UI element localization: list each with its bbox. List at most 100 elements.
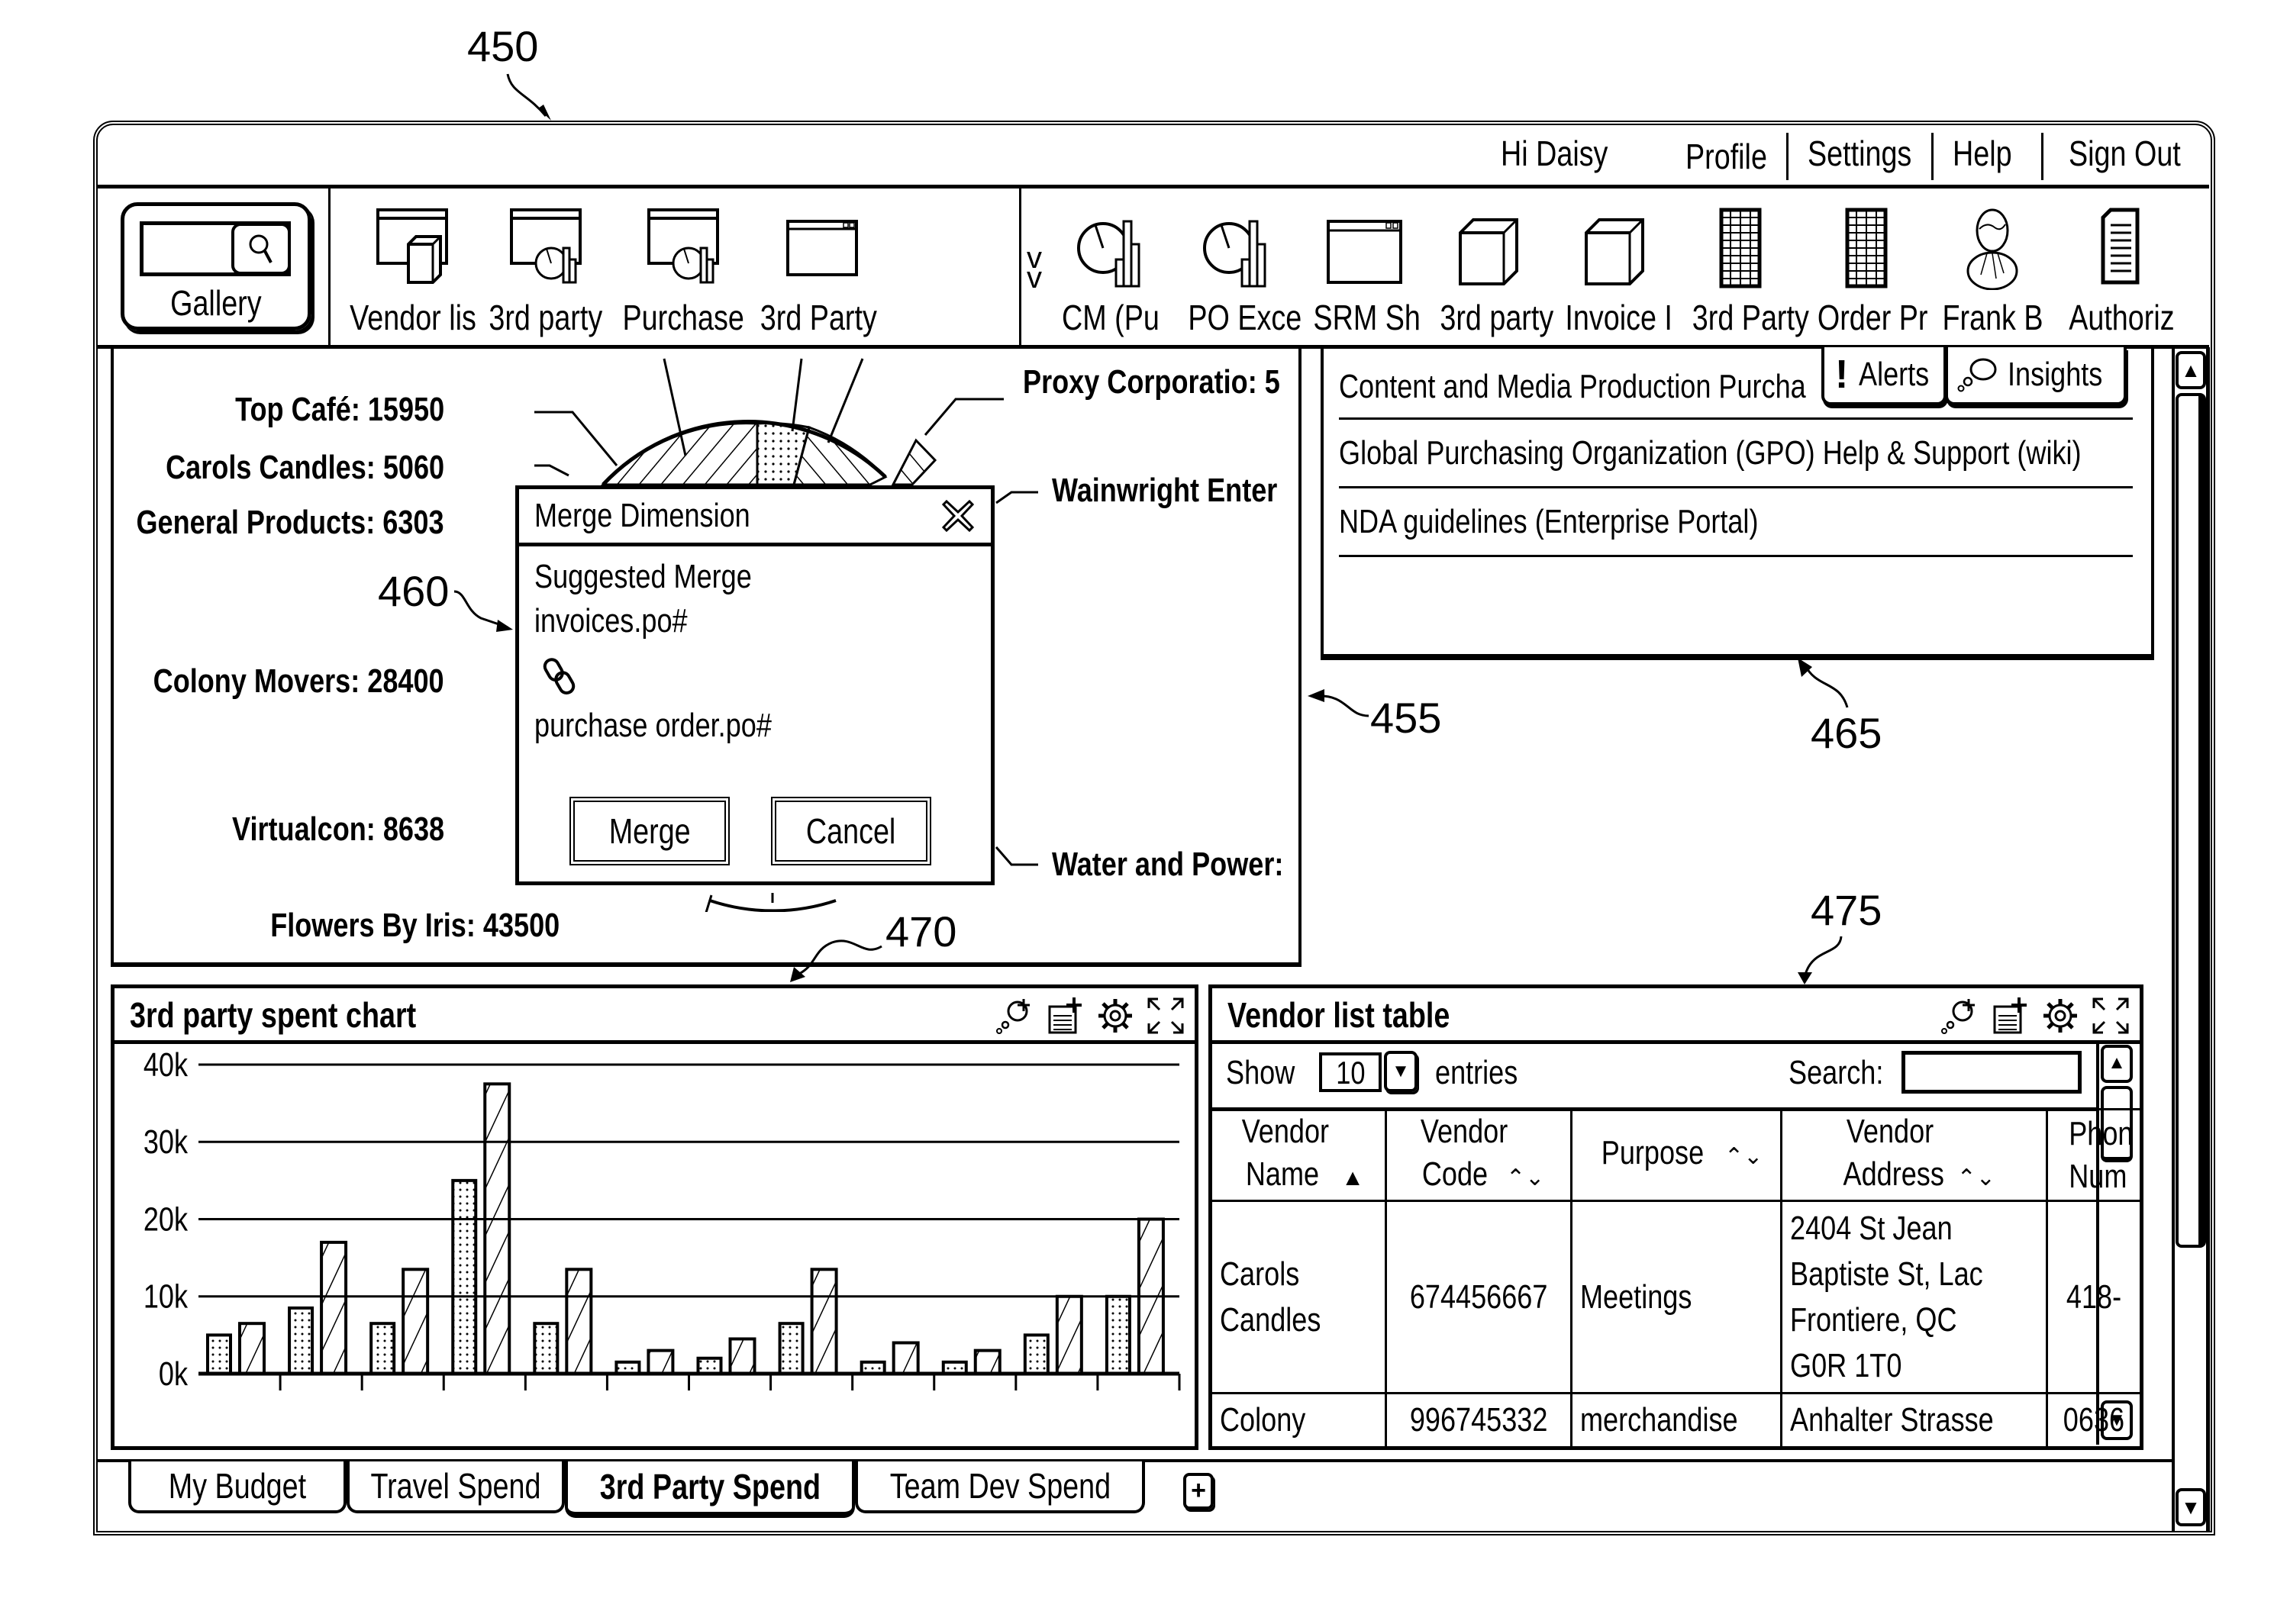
tool-srm-sh[interactable]: SRM Sh — [1302, 206, 1424, 338]
entries-label: entries — [1435, 1054, 1518, 1091]
tool-label: Frank B — [1942, 298, 2043, 337]
tool-label: 3rd Party — [1692, 298, 1809, 337]
tab-my-budget[interactable]: My Budget — [128, 1461, 347, 1513]
bar-dotted[interactable] — [288, 1306, 314, 1375]
column-header-vendor-address[interactable]: Vendor Address ⌃⌄ — [1780, 1108, 2049, 1202]
column-header-vendor-code[interactable]: Vendor Code ⌃⌄ — [1384, 1108, 1573, 1202]
add-note-icon[interactable] — [1045, 996, 1085, 1036]
link-item[interactable]: NDA guidelines (Enterprise Portal) — [1339, 488, 2133, 557]
table-row[interactable]: Colony 996745332 merchandise Anhalter St… — [1212, 1392, 2140, 1447]
table-scroll-down[interactable]: ▼ — [2101, 1400, 2133, 1440]
tool-3rd-party-sheet[interactable]: 3rd Party — [1679, 206, 1809, 338]
bar-hatched[interactable] — [1055, 1294, 1083, 1375]
cell-vendor-code: 674456667 — [1384, 1200, 1573, 1394]
column-header-purpose[interactable]: Purpose ⌃⌄ — [1570, 1108, 1783, 1202]
gallery-label: Gallery — [170, 283, 262, 323]
tool-vendor-list[interactable]: Vendor lis — [336, 206, 489, 338]
settings-link[interactable]: Settings — [1808, 133, 1934, 174]
y-tick-label: 20k — [144, 1200, 189, 1238]
bar-dotted[interactable] — [369, 1322, 396, 1375]
cell-purpose: merchandise — [1570, 1392, 1783, 1447]
profile-link[interactable]: Profile — [1685, 136, 1785, 177]
bar-hatched[interactable] — [238, 1322, 266, 1375]
add-insight-icon[interactable] — [995, 996, 1034, 1036]
bar-dotted[interactable] — [696, 1356, 723, 1375]
merge-button[interactable]: Merge — [569, 797, 730, 865]
bar-dotted[interactable] — [533, 1322, 560, 1375]
alerts-tab[interactable]: ! Alerts — [1821, 347, 1947, 405]
tool-frank-b[interactable]: Frank B — [1931, 206, 2053, 338]
column-header-vendor-name[interactable]: Vendor Name ▲ — [1212, 1108, 1387, 1202]
add-tab-button[interactable]: + — [1183, 1473, 1214, 1510]
add-insight-icon[interactable] — [1940, 996, 1979, 1036]
cube-icon — [1459, 218, 1518, 285]
bar-hatched[interactable] — [1137, 1217, 1165, 1375]
y-tick-label: 30k — [144, 1123, 189, 1161]
y-tick-label: 0k — [159, 1355, 189, 1393]
expand-icon[interactable] — [2091, 996, 2130, 1036]
scroll-down-button[interactable]: ▼ — [2176, 1488, 2206, 1526]
bar-hatched[interactable] — [892, 1341, 920, 1375]
tool-po-exce[interactable]: PO Exce — [1176, 206, 1302, 338]
pie-slice[interactable] — [792, 426, 888, 486]
close-icon[interactable] — [940, 498, 976, 533]
bar-hatched[interactable] — [565, 1268, 593, 1375]
bar-hatched[interactable] — [402, 1268, 430, 1375]
entries-select[interactable]: 10 — [1319, 1052, 1382, 1092]
tool-order-pr[interactable]: Order Pr — [1805, 206, 1928, 338]
scroll-thumb[interactable] — [2176, 393, 2206, 1248]
bar-hatched[interactable] — [728, 1337, 756, 1375]
tool-authoriz[interactable]: Authoriz — [2057, 206, 2179, 338]
pie-label: Carols Candles: 5060 — [166, 449, 444, 486]
bar-dotted[interactable] — [206, 1333, 232, 1375]
gear-icon[interactable] — [1095, 996, 1135, 1036]
bar-hatched[interactable] — [483, 1082, 511, 1375]
help-link[interactable]: Help — [1953, 133, 2025, 174]
entries-dropdown-button[interactable]: ▼ — [1384, 1051, 1418, 1092]
tool-3rd-party-cube[interactable]: 3rd party — [1427, 206, 1553, 338]
table-scroll-up[interactable]: ▲ — [2101, 1045, 2133, 1083]
tool-purchase[interactable]: Purchase — [607, 206, 760, 338]
pie-label: Colony Movers: 28400 — [153, 662, 444, 700]
bar-dotted[interactable] — [1023, 1333, 1050, 1375]
table-row[interactable]: Carols Candles 674456667 Meetings 2404 S… — [1212, 1200, 2140, 1394]
expand-icon[interactable] — [1146, 996, 1185, 1036]
tab-team-dev-spend[interactable]: Team Dev Spend — [855, 1461, 1145, 1513]
tool-invoice[interactable]: Invoice I — [1553, 206, 1676, 338]
search-input[interactable] — [1901, 1051, 2082, 1094]
table-scroll-thumb[interactable] — [2101, 1086, 2133, 1162]
bar-hatched[interactable] — [320, 1240, 348, 1375]
ref-460-arrow — [453, 590, 513, 632]
pie-bar-chart-icon — [1203, 220, 1266, 288]
bar-dotted[interactable] — [451, 1178, 478, 1375]
tool-3rd-party[interactable]: 3rd party — [469, 206, 622, 338]
bar-dotted[interactable] — [778, 1322, 805, 1375]
gallery-button[interactable]: Gallery — [121, 202, 311, 330]
gear-icon[interactable] — [2040, 996, 2080, 1036]
bar-dotted[interactable] — [941, 1360, 968, 1375]
bar-hatched[interactable] — [647, 1348, 675, 1375]
bar-dotted[interactable] — [860, 1360, 886, 1375]
insights-tab[interactable]: Insights — [1945, 347, 2127, 405]
cancel-button[interactable]: Cancel — [771, 797, 931, 865]
tool-cm[interactable]: CM (Pu — [1050, 206, 1172, 338]
top-bar: Hi Daisy Profile Settings Help Sign Out — [98, 125, 2209, 188]
bar-hatched[interactable] — [973, 1348, 1002, 1375]
tool-label: Invoice I — [1565, 298, 1672, 337]
tool-3rd-party-window[interactable]: 3rd Party — [742, 206, 895, 338]
window-chart-icon — [510, 208, 582, 284]
bar-hatched[interactable] — [810, 1268, 838, 1375]
tab-travel-spend[interactable]: Travel Spend — [347, 1461, 565, 1513]
ref-465-arrow — [1798, 658, 1849, 708]
sort-icon: ⌃⌄ — [1724, 1144, 1763, 1169]
tab-3rd-party-spend[interactable]: 3rd Party Spend — [565, 1461, 855, 1518]
ref-475-arrow — [1798, 936, 1843, 984]
pie-slice-exploded[interactable] — [891, 438, 937, 486]
bar-dotted[interactable] — [614, 1360, 641, 1375]
bar-dotted[interactable] — [1105, 1294, 1131, 1375]
link-item[interactable]: Global Purchasing Organization (GPO) Hel… — [1339, 420, 2133, 488]
expand-toolbar-button[interactable]: vv — [1027, 243, 1042, 293]
sign-out-link[interactable]: Sign Out — [2069, 133, 2205, 174]
scroll-up-button[interactable]: ▲ — [2176, 351, 2206, 389]
add-note-icon[interactable] — [1990, 996, 2030, 1036]
